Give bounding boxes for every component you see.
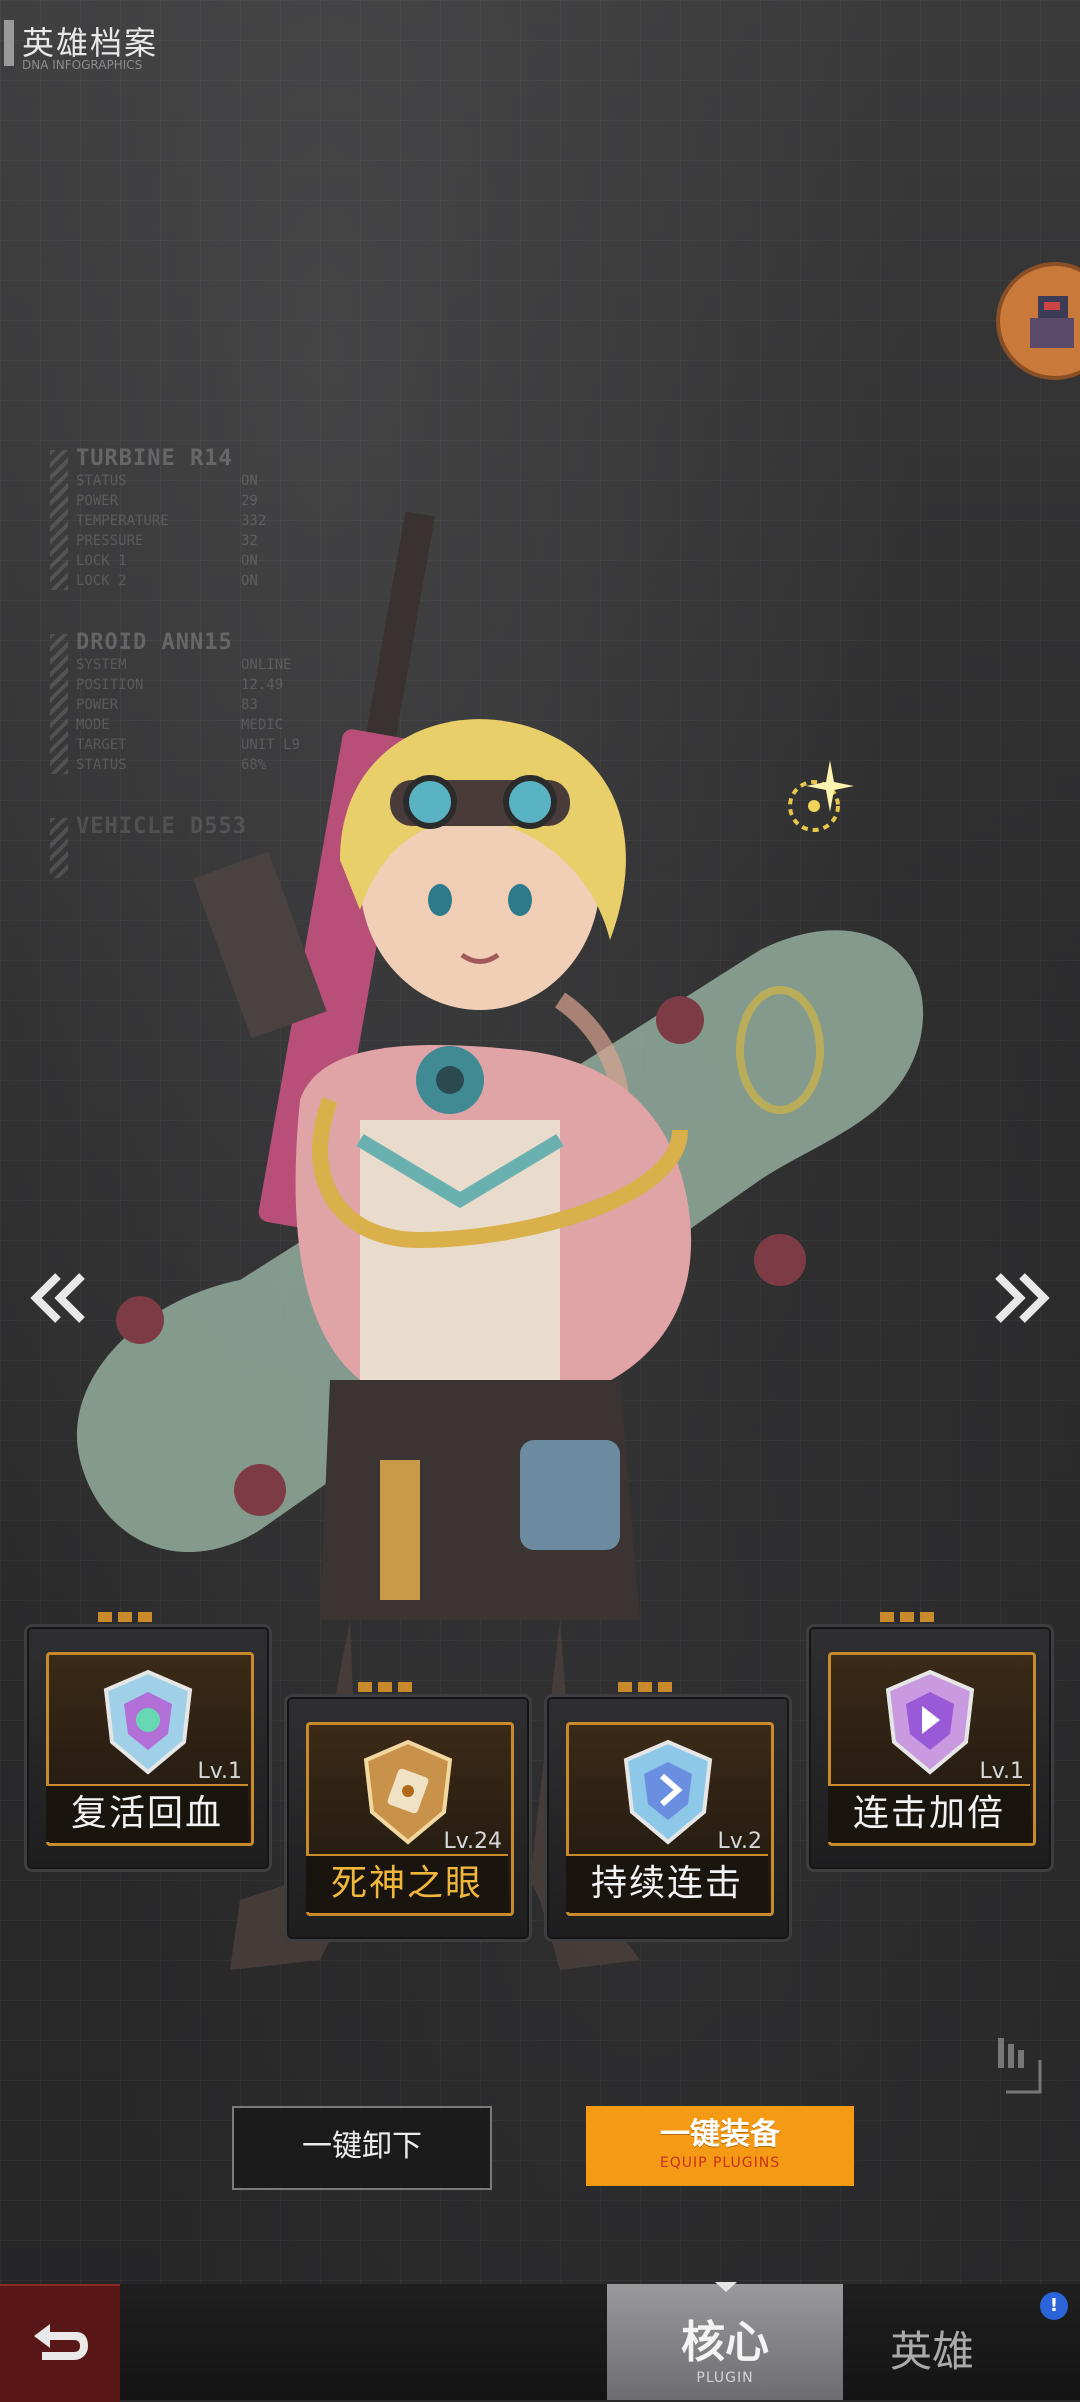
- card-tabs: [618, 1682, 672, 1692]
- plugin-emblem-icon: [623, 1739, 713, 1845]
- plugin-card-revive[interactable]: Lv.1 复活回血: [24, 1612, 272, 1872]
- plugin-level: Lv.24: [443, 1829, 502, 1854]
- plugin-card-continuous-combo[interactable]: Lv.2 持续连击: [544, 1682, 792, 1942]
- notification-badge: !: [1040, 2292, 1068, 2320]
- corner-decoration: [998, 2038, 1042, 2094]
- card-tabs: [880, 1612, 934, 1622]
- tab-core-sublabel: PLUGIN: [696, 2370, 754, 2386]
- tab-core-label: 核心: [681, 2317, 769, 2368]
- title-bar-accent: [4, 20, 14, 66]
- card-tabs: [358, 1682, 412, 1692]
- plugin-name: 连击加倍: [828, 1784, 1030, 1842]
- plugin-card-combo-double[interactable]: Lv.1 连击加倍: [806, 1612, 1054, 1872]
- back-arrow-icon: [34, 2324, 88, 2360]
- page-subtitle: DNA INFOGRAPHICS: [22, 58, 143, 72]
- card-tabs: [98, 1612, 152, 1622]
- panel-heading: TURBINE R14: [76, 446, 233, 471]
- tab-core[interactable]: 核心 PLUGIN: [607, 2282, 843, 2400]
- equip-all-sublabel: EQUIP PLUGINS: [659, 2155, 781, 2171]
- equip-all-label: 一键装备: [660, 2117, 780, 2152]
- unequip-all-button[interactable]: 一键卸下: [232, 2106, 492, 2190]
- plugin-card-death-eye[interactable]: Lv.24 死神之眼: [284, 1682, 532, 1942]
- chevron-right-icon[interactable]: [990, 1272, 1050, 1324]
- tab-hero[interactable]: 英雄: [890, 2318, 974, 2379]
- avatar-pixel: [1030, 318, 1074, 348]
- back-button[interactable]: [0, 2284, 120, 2402]
- avatar-pixel: [1044, 302, 1060, 310]
- plugin-emblem-icon: [103, 1669, 193, 1775]
- equip-all-button[interactable]: 一键装备 EQUIP PLUGINS: [586, 2106, 854, 2186]
- plugin-level: Lv.1: [979, 1759, 1024, 1784]
- plugin-name: 复活回血: [46, 1784, 248, 1842]
- plugin-level: Lv.2: [717, 1829, 762, 1854]
- chevron-left-icon[interactable]: [30, 1272, 90, 1324]
- active-tab-pointer: [715, 2282, 737, 2292]
- plugin-name: 持续连击: [566, 1854, 768, 1912]
- plugin-level: Lv.1: [197, 1759, 242, 1784]
- plugin-emblem-icon: [885, 1669, 975, 1775]
- plugin-name: 死神之眼: [306, 1854, 508, 1912]
